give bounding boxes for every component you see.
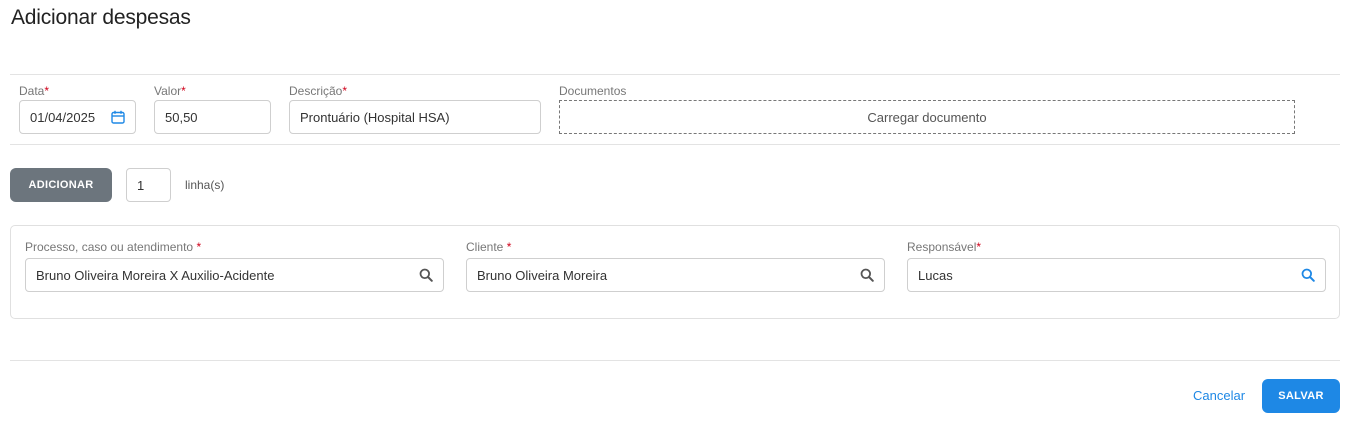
description-value: Prontuário (Hospital HSA) <box>300 109 450 125</box>
value-value: 50,50 <box>165 109 198 125</box>
client-value: Bruno Oliveira Moreira <box>477 267 608 283</box>
process-input[interactable]: Bruno Oliveira Moreira X Auxilio-Acident… <box>25 258 444 292</box>
save-button[interactable]: SALVAR <box>1262 379 1340 413</box>
divider <box>10 360 1340 361</box>
search-icon[interactable] <box>419 268 433 282</box>
page-title: Adicionar despesas <box>11 6 191 29</box>
description-input[interactable]: Prontuário (Hospital HSA) <box>289 100 541 134</box>
process-value: Bruno Oliveira Moreira X Auxilio-Acident… <box>36 267 275 283</box>
responsible-value: Lucas <box>918 267 953 283</box>
date-input[interactable]: 01/04/2025 <box>19 100 136 134</box>
responsible-input[interactable]: Lucas <box>907 258 1326 292</box>
value-input[interactable]: 50,50 <box>154 100 271 134</box>
lines-label: linha(s) <box>185 178 225 192</box>
cancel-button[interactable]: Cancelar <box>1193 388 1245 403</box>
divider <box>10 74 1340 75</box>
process-label: Processo, caso ou atendimento * <box>25 240 202 254</box>
client-input[interactable]: Bruno Oliveira Moreira <box>466 258 885 292</box>
lines-count-input[interactable]: 1 <box>126 168 171 202</box>
responsible-label: Responsável* <box>907 240 982 254</box>
description-label: Descrição* <box>289 84 348 98</box>
upload-document-button[interactable]: Carregar documento <box>559 100 1295 134</box>
date-label: Data* <box>19 84 50 98</box>
search-icon[interactable] <box>1301 268 1315 282</box>
divider <box>10 144 1340 145</box>
value-label: Valor* <box>154 84 186 98</box>
add-button[interactable]: ADICIONAR <box>10 168 112 202</box>
search-icon[interactable] <box>860 268 874 282</box>
date-value: 01/04/2025 <box>30 109 96 125</box>
calendar-icon[interactable] <box>111 110 125 124</box>
documents-label: Documentos <box>559 84 627 98</box>
client-label: Cliente * <box>466 240 512 254</box>
